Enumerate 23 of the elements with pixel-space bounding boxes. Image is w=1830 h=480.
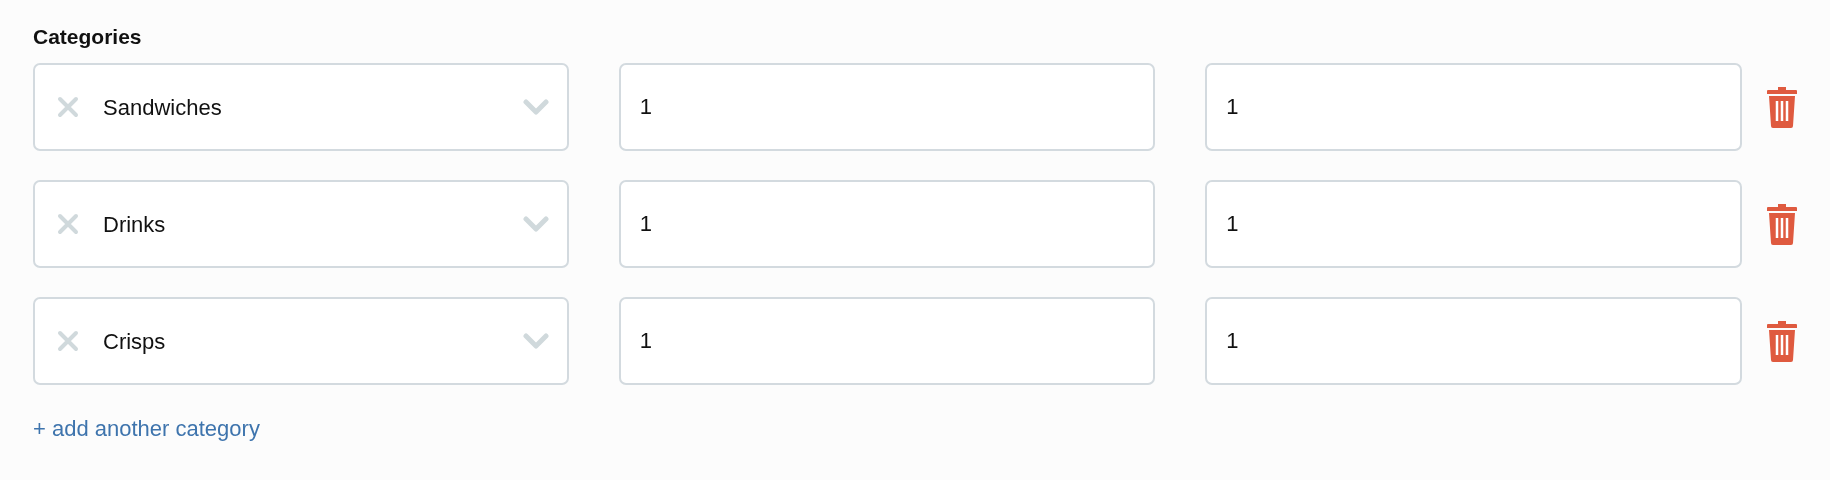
trash-icon xyxy=(1767,203,1797,246)
category-select[interactable]: Crisps xyxy=(33,297,569,386)
delete-button[interactable] xyxy=(1767,203,1797,246)
number-input[interactable]: 1 xyxy=(618,63,1156,152)
category-select[interactable]: Sandwiches xyxy=(33,63,569,152)
chevron-down-icon xyxy=(522,215,549,234)
category-value: Crisps xyxy=(103,327,167,356)
number-input[interactable]: 1 xyxy=(618,180,1156,269)
number-input[interactable]: 1 xyxy=(618,297,1156,386)
add-category-link[interactable]: + add another category xyxy=(33,412,260,446)
section-heading: Categories xyxy=(33,24,143,50)
trash-icon xyxy=(1767,86,1797,129)
number-input[interactable]: 1 xyxy=(1205,63,1742,152)
chevron-down-icon xyxy=(522,98,549,117)
category-value: Drinks xyxy=(103,210,167,239)
category-value: Sandwiches xyxy=(103,93,223,122)
delete-button[interactable] xyxy=(1767,320,1797,363)
number-input[interactable]: 1 xyxy=(1205,297,1742,386)
delete-button[interactable] xyxy=(1767,86,1797,129)
chevron-down-icon xyxy=(522,332,549,351)
trash-icon xyxy=(1767,320,1797,363)
category-select[interactable]: Drinks xyxy=(33,180,569,269)
number-input[interactable]: 1 xyxy=(1205,180,1742,269)
